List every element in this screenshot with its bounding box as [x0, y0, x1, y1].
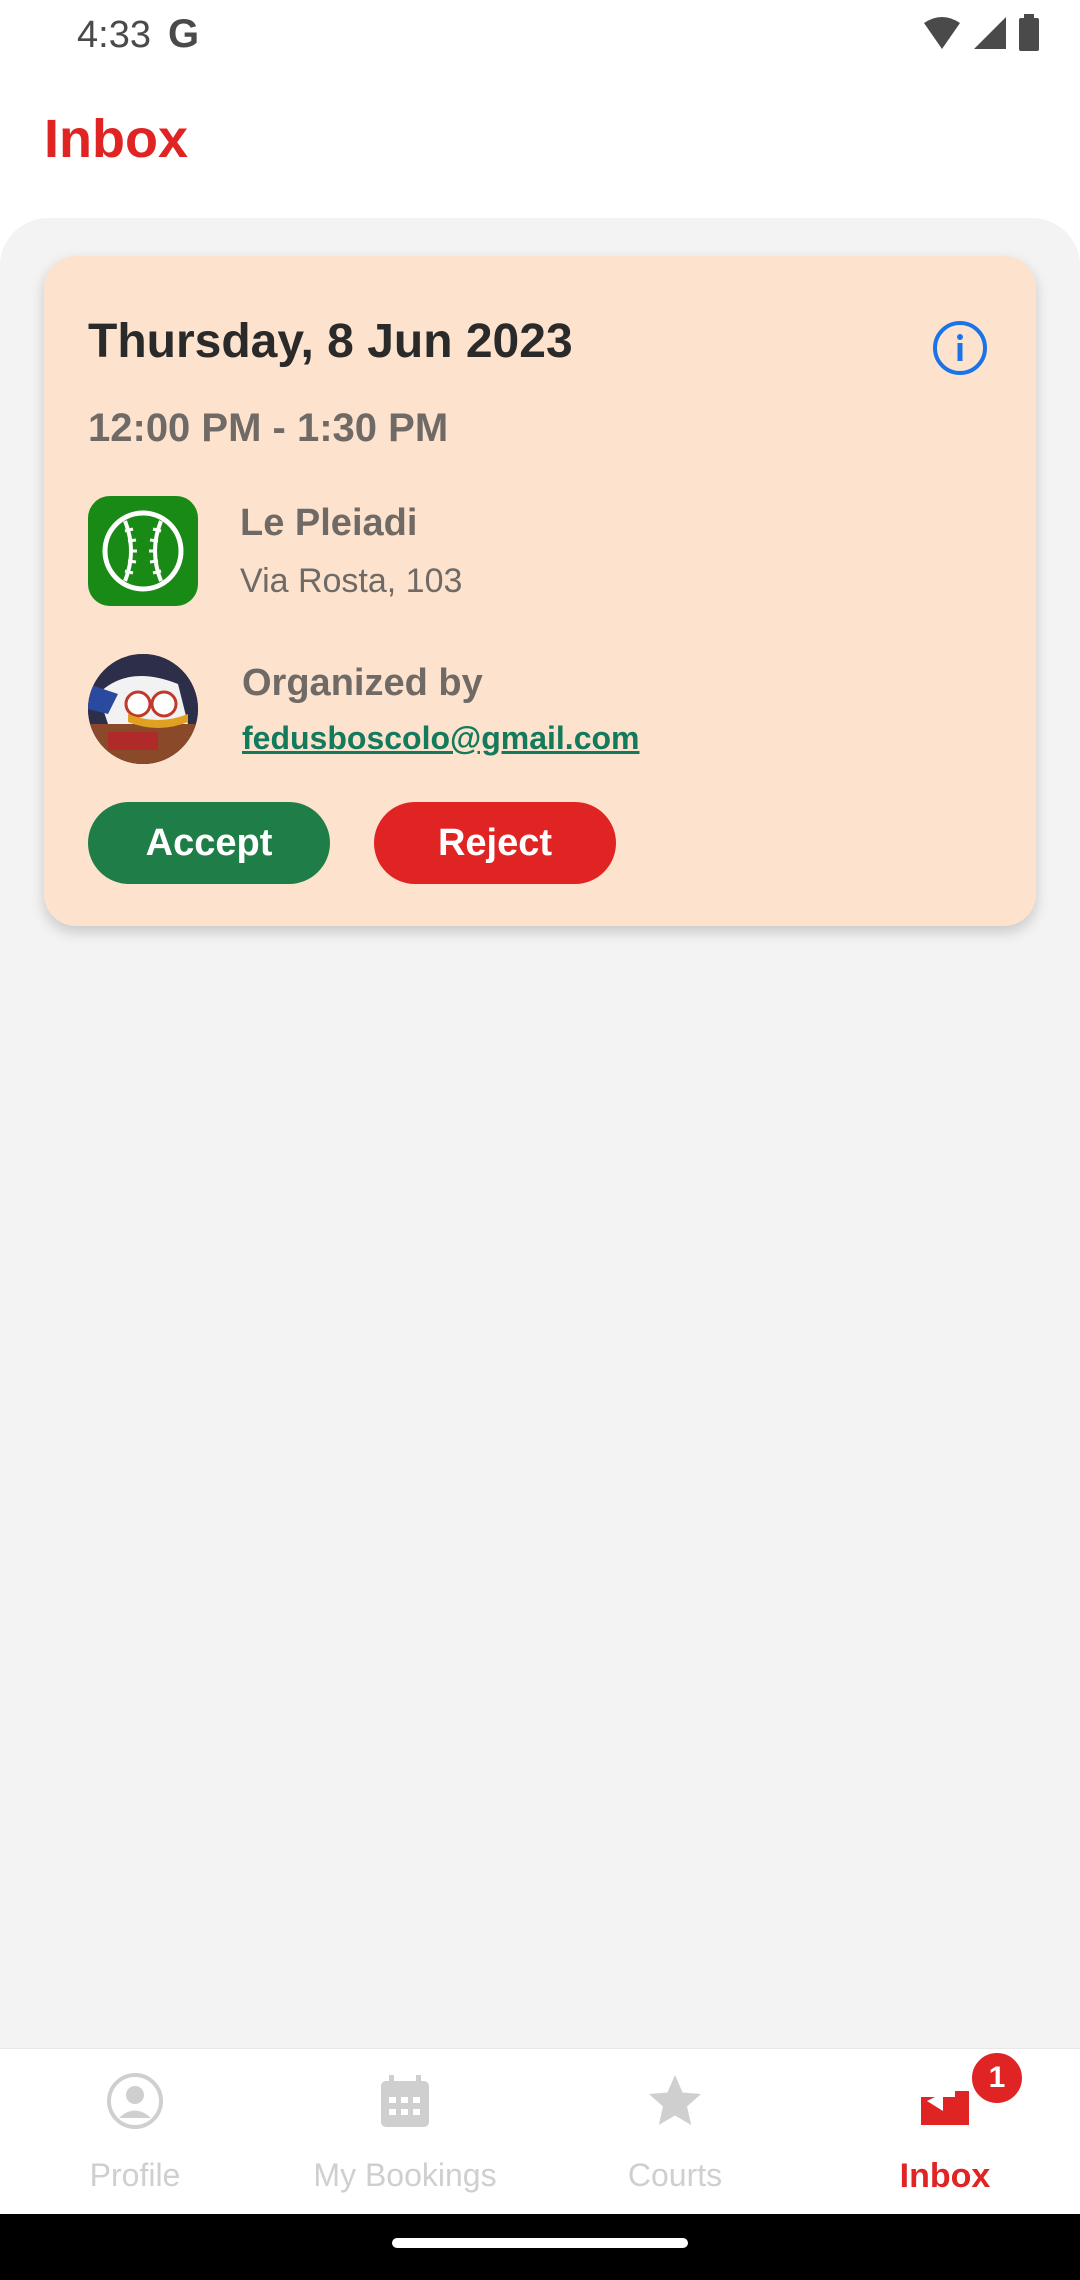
organizer-email-link[interactable]: fedusboscolo@gmail.com	[242, 720, 639, 757]
invitation-card[interactable]: Thursday, 8 Jun 2023 12:00 PM - 1:30 PM	[44, 256, 1036, 926]
home-gesture-handle[interactable]	[392, 2238, 688, 2248]
profile-icon	[107, 2073, 163, 2129]
baseball-icon	[88, 496, 198, 606]
nav-item-courts[interactable]: Courts	[540, 2049, 810, 2217]
invitation-time: 12:00 PM - 1:30 PM	[88, 406, 449, 450]
venue-name: Le Pleiadi	[240, 502, 418, 544]
organizer-avatar	[88, 654, 198, 764]
nav-item-profile[interactable]: Profile	[0, 2049, 270, 2217]
nav-label-inbox: Inbox	[899, 2157, 991, 2195]
nav-label-courts: Courts	[627, 2157, 723, 2193]
star-icon	[649, 2075, 701, 2125]
signal-icon	[974, 17, 1006, 49]
organized-by-label: Organized by	[242, 662, 483, 704]
accept-button[interactable]: Accept	[88, 802, 330, 884]
inbox-content: Thursday, 8 Jun 2023 12:00 PM - 1:30 PM	[0, 218, 1080, 2048]
page-title: Inbox	[44, 109, 188, 169]
nav-label-my-bookings: My Bookings	[313, 2157, 497, 2193]
reject-button[interactable]: Reject	[374, 802, 616, 884]
status-bar: 4:33 G	[0, 0, 1080, 72]
status-icons	[922, 14, 1040, 52]
info-icon[interactable]	[932, 320, 988, 376]
nav-item-inbox[interactable]: 1 Inbox	[810, 2049, 1080, 2217]
battery-icon	[1019, 14, 1039, 51]
calendar-icon	[381, 2075, 429, 2127]
gesture-navigation-bar	[0, 2214, 1080, 2280]
nav-label-profile: Profile	[89, 2157, 181, 2193]
wifi-icon	[924, 17, 960, 49]
google-icon: G	[168, 12, 200, 56]
bottom-navigation: Profile My Bookings Courts 1 Inbox	[0, 2048, 1080, 2216]
invitation-date: Thursday, 8 Jun 2023	[88, 315, 573, 368]
inbox-icon	[921, 2091, 969, 2125]
inbox-screen: 4:33 G Inbox Thursday, 8 Jun 2023 12:00 …	[0, 0, 1080, 2280]
nav-item-my-bookings[interactable]: My Bookings	[270, 2049, 540, 2217]
status-time: 4:33	[77, 14, 151, 56]
venue-address: Via Rosta, 103	[240, 562, 463, 600]
inbox-badge: 1	[968, 2049, 1026, 2107]
